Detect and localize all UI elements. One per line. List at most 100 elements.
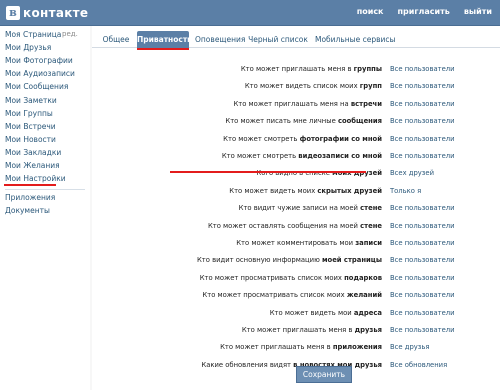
sidebar-item-my-photos[interactable]: Мои Фотографии: [5, 56, 73, 65]
settings-content: Общее Приватность Оповещения Черный список М…: [92, 26, 500, 390]
tab-privacy[interactable]: Приватность: [137, 31, 192, 48]
setting-value-dropdown[interactable]: Все друзья: [390, 343, 430, 351]
setting-value-dropdown[interactable]: Все пользователи: [390, 291, 455, 299]
setting-label-text: Кто может видеть список моих: [244, 82, 360, 91]
setting-label-text: Кто может видеть мои: [269, 308, 354, 317]
setting-value-dropdown[interactable]: Все пользователи: [390, 152, 455, 160]
setting-value-dropdown[interactable]: Все пользователи: [390, 82, 455, 90]
setting-label-text: Кто может приглашать меня на: [233, 99, 351, 108]
setting-label: Кто видит чужие записи на моей стене: [239, 204, 382, 212]
search-link[interactable]: поиск: [357, 7, 384, 16]
setting-label-bold: видеозаписи со мной: [298, 152, 382, 160]
setting-value-dropdown[interactable]: Все пользователи: [390, 204, 455, 212]
save-button[interactable]: Сохранить: [296, 366, 352, 383]
sidebar-item-documents[interactable]: Документы: [5, 206, 50, 215]
sidebar-item-my-notes[interactable]: Мои Заметки: [5, 96, 57, 105]
setting-value-dropdown[interactable]: Всех друзей: [390, 169, 434, 177]
setting-label-text: Кто может приглашать меня в: [241, 326, 355, 334]
highlight-underline-privacy-tab: [137, 48, 189, 50]
setting-label: Кто может приглашать меня в друзья: [242, 326, 382, 334]
setting-value-dropdown[interactable]: Все пользователи: [390, 309, 455, 317]
setting-label-bold: друзья: [354, 326, 382, 334]
privacy-setting-row: Кто может просматривать список моих жела…: [92, 288, 500, 304]
left-sidebar: Моя Страница Мои Друзья Мои Фотографии Мои …: [0, 26, 90, 390]
tab-general[interactable]: Общее: [98, 31, 134, 48]
setting-value-dropdown[interactable]: Все пользователи: [390, 65, 455, 73]
setting-label-bold: встречи: [350, 99, 382, 108]
sidebar-divider: [5, 189, 85, 191]
setting-label-bold: стене: [360, 204, 382, 213]
privacy-setting-row: Кто может видеть моих скрытых друзей Толь…: [92, 184, 500, 200]
setting-value-dropdown[interactable]: Все пользователи: [390, 117, 455, 125]
setting-value-dropdown[interactable]: Только я: [390, 187, 421, 195]
sidebar-item-my-audio[interactable]: Мои Аудиозаписи: [5, 69, 75, 78]
tab-notifications[interactable]: Оповещения: [195, 31, 245, 48]
sidebar-item-my-news[interactable]: Мои Новости: [5, 135, 56, 144]
setting-label-text: Кто может комментировать мои: [236, 239, 356, 247]
setting-label-text: Кто может просматривать список моих: [202, 291, 347, 300]
setting-value-dropdown[interactable]: Все пользователи: [390, 274, 455, 282]
setting-label: Кто может приглашать меня в приложения: [220, 343, 382, 351]
setting-label-text: Кто может оставлять сообщения на моей: [207, 221, 361, 230]
tab-blacklist[interactable]: Черный список: [247, 31, 309, 48]
setting-value-dropdown[interactable]: Все пользователи: [390, 256, 455, 264]
setting-label-bold: стене: [360, 221, 382, 230]
privacy-setting-row: Кто может видеть мои адреса Все пользоват…: [92, 306, 500, 322]
setting-label-bold: групп: [359, 82, 382, 91]
setting-label-text: Кто может приглашать меня в: [220, 343, 333, 352]
privacy-setting-row: Кто может смотреть видеозаписи со мной Вс…: [92, 149, 500, 165]
tab-mobile[interactable]: Мобильные сервисы: [315, 31, 395, 48]
setting-label-bold: подарков: [344, 273, 382, 282]
vkontakte-logo[interactable]: в контакте: [6, 5, 88, 21]
privacy-setting-row: Кто может писать мне личные сообщения Все…: [92, 114, 500, 130]
setting-value-dropdown[interactable]: Все пользователи: [390, 239, 455, 247]
setting-label: Кто видит основную информацию моей стран…: [197, 256, 382, 264]
setting-label: Кто может просматривать список моих пода…: [200, 274, 382, 282]
setting-label-bold: группы: [353, 65, 382, 73]
setting-label: Кто может просматривать список моих жела…: [202, 291, 382, 299]
setting-label-text: Кто может писать мне личные: [225, 117, 338, 126]
highlight-underline-friends-row: [170, 171, 366, 173]
logout-link[interactable]: выйти: [464, 7, 492, 16]
logo-text: контакте: [23, 6, 89, 20]
setting-value-dropdown[interactable]: Все пользователи: [390, 100, 455, 108]
top-header-bar: в контакте поиск пригласить выйти: [0, 0, 500, 26]
privacy-setting-row: Кто может комментировать мои записи Все п…: [92, 236, 500, 252]
sidebar-item-my-bookmarks[interactable]: Мои Закладки: [5, 148, 61, 157]
setting-label: Кто может видеть список моих групп: [245, 82, 382, 90]
sidebar-item-applications[interactable]: Приложения: [5, 193, 55, 202]
sidebar-item-my-friends[interactable]: Мои Друзья: [5, 43, 51, 52]
setting-label-bold: моей страницы: [321, 256, 382, 265]
sidebar-item-my-events[interactable]: Мои Встречи: [5, 122, 56, 131]
logo-icon: в: [6, 6, 20, 20]
setting-label-bold: сообщения: [337, 117, 382, 126]
top-navigation: поиск пригласить выйти: [357, 7, 492, 16]
setting-label-bold: скрытых друзей: [317, 186, 382, 195]
sidebar-item-my-settings[interactable]: Мои Настройки: [5, 174, 66, 183]
invite-link[interactable]: пригласить: [398, 7, 450, 16]
sidebar-item-my-wishes[interactable]: Мои Желания: [5, 161, 60, 170]
setting-label: Какие обновления видят в новостях мои др…: [201, 361, 382, 369]
sidebar-item-my-messages[interactable]: Мои Сообщения: [5, 82, 68, 91]
setting-label: Кто может писать мне личные сообщения: [225, 117, 382, 125]
setting-value-dropdown[interactable]: Все пользователи: [390, 222, 455, 230]
sidebar-item-my-groups[interactable]: Мои Группы: [5, 109, 53, 118]
settings-tabs: Общее Приватность Оповещения Черный список М…: [92, 26, 500, 50]
privacy-setting-row: Кто видит чужие записи на моей стене Все …: [92, 201, 500, 217]
privacy-setting-row: Кого видно в списке моих друзей Всех друз…: [92, 166, 500, 182]
setting-label-text: Кто может смотреть: [221, 152, 299, 160]
privacy-setting-row: Кто может видеть список моих групп Все по…: [92, 79, 500, 95]
setting-label-bold: приложения: [332, 343, 382, 352]
setting-label: Кто может приглашать меня на встречи: [233, 100, 382, 108]
sidebar-item-my-page[interactable]: Моя Страница: [5, 30, 61, 39]
setting-value-dropdown[interactable]: Все обновления: [390, 361, 447, 369]
setting-value-dropdown[interactable]: Все пользователи: [390, 135, 455, 143]
setting-label-text: Кто видит основную информацию: [196, 256, 322, 265]
privacy-setting-row: Кто может оставлять сообщения на моей ст…: [92, 219, 500, 235]
privacy-setting-row: Кто может смотреть фотографии со мной Все…: [92, 132, 500, 148]
setting-value-dropdown[interactable]: Все пользователи: [390, 326, 455, 334]
privacy-setting-row: Кто может приглашать меня в группы Все по…: [92, 62, 500, 78]
setting-label-bold: желаний: [346, 291, 382, 300]
sidebar-edit-link[interactable]: ред.: [62, 30, 78, 38]
setting-label: Кто может приглашать меня в группы: [241, 65, 382, 73]
